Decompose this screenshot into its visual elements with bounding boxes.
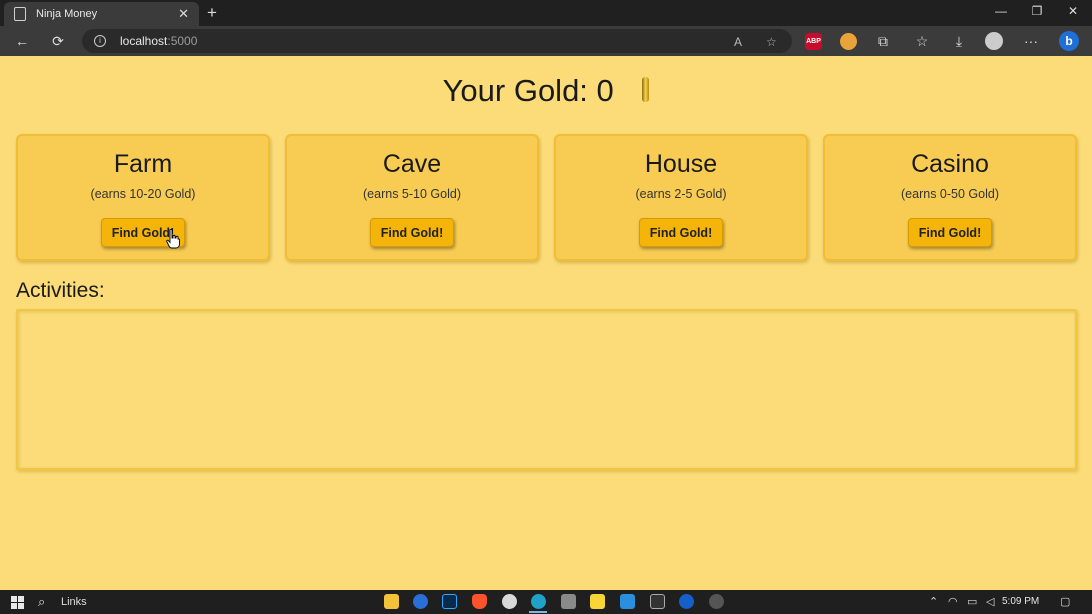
location-earnings: (earns 2-5 Gold) xyxy=(635,187,727,201)
location-name: House xyxy=(644,150,718,178)
extensions-icon[interactable]: ⧉ xyxy=(873,31,893,51)
calculator-icon[interactable] xyxy=(561,594,576,609)
edge-icon[interactable] xyxy=(531,594,546,609)
terminal-icon[interactable] xyxy=(650,594,665,609)
windows-taskbar: ⌕ Links ⌃ ◠ ▭ ◁ 5:09 PM ▢ xyxy=(0,590,1092,614)
taskbar-search-label[interactable]: Links xyxy=(61,596,87,608)
favorites-icon[interactable]: ☆ xyxy=(912,31,932,51)
search-icon[interactable]: ⌕ xyxy=(38,594,45,610)
location-name: Farm xyxy=(113,150,173,178)
activities-title: Activities: xyxy=(16,279,105,302)
address-bar[interactable]: i localhost:5000 A ☆ xyxy=(82,29,792,53)
location-cards: Farm (earns 10-20 Gold) Find Gold! Cave … xyxy=(16,134,1077,261)
browser-tab[interactable]: Ninja Money ✕ xyxy=(4,2,199,26)
location-earnings: (earns 10-20 Gold) xyxy=(90,187,196,201)
close-tab-icon[interactable]: ✕ xyxy=(178,6,189,22)
vscode-icon[interactable] xyxy=(620,594,635,609)
location-earnings: (earns 5-10 Gold) xyxy=(363,187,461,201)
find-gold-farm-button[interactable]: Find Gold! xyxy=(101,218,185,247)
refresh-button[interactable]: ⟳ xyxy=(48,31,68,51)
photoshop-icon[interactable] xyxy=(442,594,457,609)
location-card-cave: Cave (earns 5-10 Gold) Find Gold! xyxy=(285,134,539,261)
location-card-farm: Farm (earns 10-20 Gold) Find Gold! xyxy=(16,134,270,261)
app-icon[interactable] xyxy=(709,594,724,609)
location-card-house: House (earns 2-5 Gold) Find Gold! xyxy=(554,134,808,261)
file-explorer-icon[interactable] xyxy=(384,594,399,609)
location-earnings: (earns 0-50 Gold) xyxy=(901,187,999,201)
location-name: Casino xyxy=(911,150,989,178)
notifications-icon[interactable]: ▢ xyxy=(1060,595,1070,608)
activities-log[interactable] xyxy=(16,309,1077,470)
app-icon[interactable] xyxy=(502,594,517,609)
location-card-casino: Casino (earns 0-50 Gold) Find Gold! xyxy=(823,134,1077,261)
downloads-icon[interactable]: ⤓ xyxy=(949,31,969,51)
gold-header: Your Gold: 0 xyxy=(0,73,1092,109)
find-gold-house-button[interactable]: Find Gold! xyxy=(639,218,723,247)
add-favorite-icon[interactable]: ☆ xyxy=(766,35,777,49)
taskbar-clock[interactable]: 5:09 PM xyxy=(1002,596,1039,607)
sticky-notes-icon[interactable] xyxy=(590,594,605,609)
restore-button[interactable]: ❐ xyxy=(1027,4,1047,18)
find-gold-casino-button[interactable]: Find Gold! xyxy=(908,218,992,247)
page-icon xyxy=(14,7,26,21)
honey-icon[interactable] xyxy=(840,33,857,50)
location-name: Cave xyxy=(382,150,442,178)
read-aloud-icon[interactable]: A xyxy=(734,35,742,49)
new-tab-button[interactable]: + xyxy=(204,3,220,23)
site-info-icon[interactable]: i xyxy=(94,35,106,47)
more-menu-button[interactable]: ··· xyxy=(1021,31,1041,51)
bluetooth-icon[interactable] xyxy=(413,594,428,609)
gold-label: Your Gold: xyxy=(442,73,588,108)
find-gold-cave-button[interactable]: Find Gold! xyxy=(370,218,454,247)
minimize-button[interactable]: — xyxy=(991,4,1011,18)
bing-icon[interactable]: b xyxy=(1059,31,1079,51)
app-icon[interactable] xyxy=(679,594,694,609)
power-icon[interactable]: ▭ xyxy=(967,595,977,608)
network-icon[interactable]: ◠ xyxy=(948,595,958,608)
url-text: localhost:5000 xyxy=(120,34,198,48)
browser-toolbar: ← ⟳ i localhost:5000 A ☆ ABP ⧉ ☆ ⤓ ··· b xyxy=(0,26,1092,56)
browser-tab-bar: Ninja Money ✕ + — ❐ ✕ xyxy=(0,0,1092,26)
show-hidden-icons[interactable]: ⌃ xyxy=(929,595,938,608)
brave-icon[interactable] xyxy=(472,594,487,609)
back-button[interactable]: ← xyxy=(12,31,32,51)
active-app-indicator xyxy=(529,611,547,613)
adblock-plus-icon[interactable]: ABP xyxy=(805,33,822,50)
gold-amount: 0 xyxy=(596,73,614,108)
windows-start-icon[interactable] xyxy=(11,596,24,609)
gold-coin-icon xyxy=(642,77,650,102)
profile-avatar[interactable] xyxy=(985,32,1003,50)
close-window-button[interactable]: ✕ xyxy=(1063,4,1083,18)
tab-title: Ninja Money xyxy=(36,8,98,20)
volume-icon[interactable]: ◁ xyxy=(986,595,994,608)
